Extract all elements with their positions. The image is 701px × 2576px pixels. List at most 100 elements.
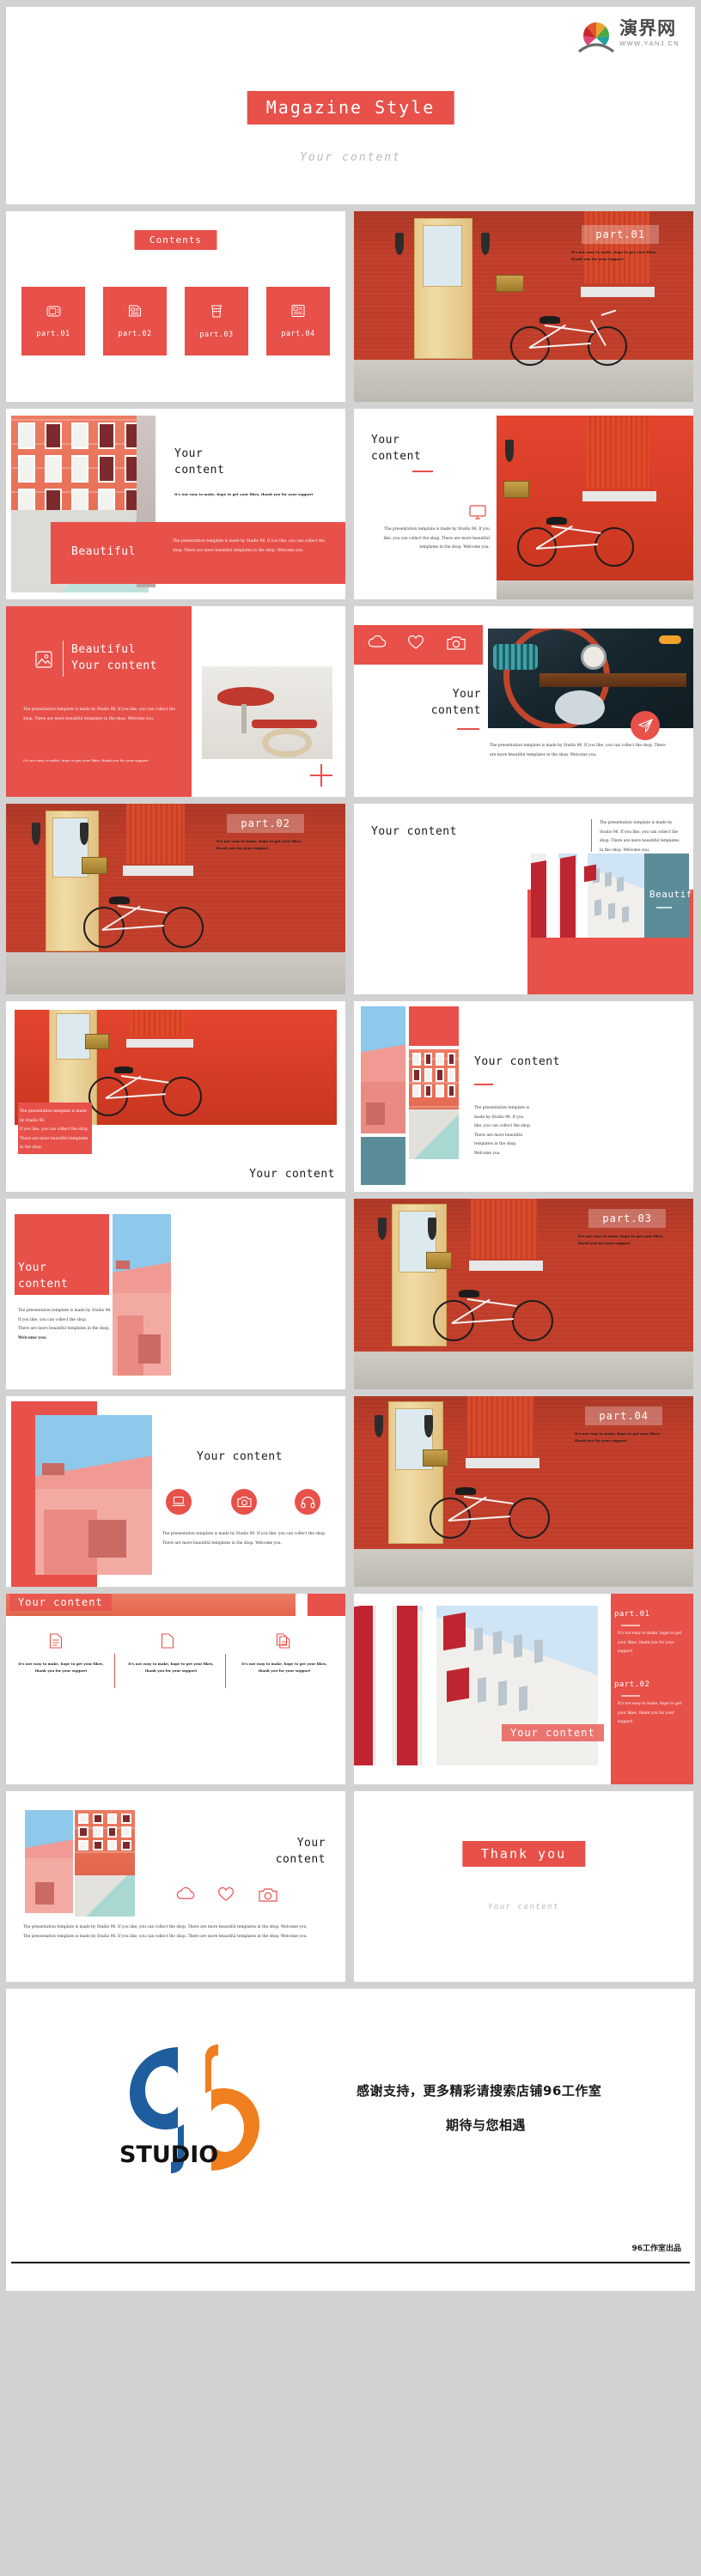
part-note-line1: It's not easy to make, hope to get your … [216,839,302,843]
camera-icon[interactable] [231,1489,257,1515]
heading-block: Your content [371,433,421,465]
body-text: The presentation template is made by Stu… [162,1532,326,1546]
sidewalk-photo [354,1548,693,1587]
contents-card-label: part.01 [36,329,70,338]
accent-underline [412,471,433,472]
file-icon [49,1633,63,1649]
slide-part-01[interactable]: part.01 It's not easy to make, hope to g… [354,211,693,402]
accent-underline [656,907,672,908]
wall-lamp-icon [378,1218,387,1240]
footer-divider [11,2262,690,2263]
studio-wordmark: STUDIO [119,2142,218,2168]
contents-card-row: part.01 part.02 part.03 part.04 [21,287,330,355]
mailbox-photo [426,1252,452,1269]
slide-icons-car[interactable]: Your content The presentation template i… [354,606,693,797]
body-text-block: The presentation template is made by Stu… [380,526,491,553]
heading-line2: content [174,463,225,477]
heading-line2: content [18,1277,69,1291]
beautiful-text: Beautiful [649,889,693,900]
part-note-line1: It's not easy to make, hope to get your … [575,1431,661,1436]
slide-collage-icons[interactable]: Your content The presentation template i… [6,1791,345,1982]
wall-lamp-icon [395,233,404,255]
red-door-panel [471,1199,538,1259]
heart-icon[interactable] [217,1886,235,1902]
laptop-icon[interactable] [166,1489,192,1515]
column-text-line2: thank you for your support [34,1668,88,1674]
contents-card[interactable]: part.03 [185,287,248,355]
camera-icon[interactable] [259,1887,277,1902]
wall-lamp-icon [428,1218,436,1240]
camera-icon[interactable] [447,635,466,650]
contents-title: Contents [134,230,217,250]
site-watermark: 演界网 WWW.YANJ.CN [577,19,680,55]
body-text: The presentation template is made by Stu… [474,1106,532,1156]
slide-part-02[interactable]: part.02 It's not easy to make, hope to g… [6,804,345,994]
welcome-text: Welcome you. [18,1335,47,1340]
part-item: part.02 [614,1680,686,1691]
red-panel [6,606,192,797]
wall-lamp-icon [375,1415,383,1437]
contents-card[interactable]: part.04 [266,287,330,355]
part-item-note: It's not easy to make, hope to get your … [618,1700,686,1728]
pink-stairs-photo [361,1006,405,1133]
slide-collage[interactable]: Your content The presentation template i… [354,1001,693,1192]
heading-text: Your content [197,1450,283,1463]
footer-slide: STUDIO 感谢支持，更多精彩请搜索店铺96工作室 期待与您相遇 96工作室出… [6,1989,695,2291]
vertical-divider [63,641,64,677]
part-tag: part.01 [582,225,659,244]
slide-beautiful-left[interactable]: Your content It's not easy to make, hope… [6,409,345,599]
heading-line1: Your [452,688,481,701]
part-tag: part.04 [585,1406,662,1425]
heading-line1: Your [18,1261,47,1274]
body-line-1: The presentation template is made by Stu… [20,1109,87,1123]
slide-beautiful-split[interactable]: Beautiful Your content The presentation … [6,606,345,797]
column-text-line1: It's not easy to make, hope to get your … [128,1662,214,1666]
slide-three-columns[interactable]: Your content It's not easy to make, hope… [6,1594,345,1784]
body-text: The presentation template is made by Stu… [383,527,491,550]
column-text: It's not easy to make, hope to get your … [18,1661,104,1675]
part-item-title: part.02 [614,1680,650,1689]
contents-card[interactable]: part.01 [21,287,85,355]
accent-underline [457,728,479,730]
slide-contents[interactable]: Contents part.01 part.02 part.03 part.04 [6,211,345,402]
body-text: The presentation template is made by Stu… [600,821,680,853]
page-title: Magazine Style [247,91,454,125]
cloud-icon[interactable] [176,1887,195,1901]
slide-part-03[interactable]: part.03 It's not easy to make, hope to g… [354,1199,693,1389]
contents-card-label: part.02 [118,330,152,338]
heading-block: Your content [174,447,224,479]
slide-bike-overlay[interactable]: The presentation template is made by Stu… [6,1001,345,1192]
footer-mark: 96工作室出品 [631,2245,681,2253]
heading-block: Your content [249,1167,335,1183]
file-icon [276,1633,290,1649]
heading-block: Your content [168,1836,326,1868]
slide-part-list[interactable]: Your content part.01 It's not easy to ma… [354,1594,693,1784]
tv-icon [46,305,61,321]
column-text-line1: It's not easy to make, hope to get your … [18,1662,104,1666]
slide-content-bike[interactable]: Your content The presentation template i… [354,409,693,599]
heading-block: Your content [405,687,481,720]
body-line-3: There are more beautiful templates in th… [20,1136,88,1151]
body-text-block: The presentation template is made by Stu… [162,1530,334,1548]
red-door-panel [126,804,185,864]
body-line-2: If you like, you can collect the shop. [18,1317,88,1322]
slide-part-04[interactable]: part.04 It's not easy to make, hope to g… [354,1396,693,1587]
bicycle-photo [433,1278,555,1341]
headphone-icon[interactable] [295,1489,320,1515]
column-divider [225,1654,226,1688]
pink-stairs-photo [35,1415,152,1575]
heading-block: Your content [197,1449,283,1466]
accent-underline [621,1695,640,1697]
red-door-panel [584,211,649,283]
contents-card[interactable]: part.02 [103,287,167,355]
slide-red-block-stairs[interactable]: Your content The presentation template i… [6,1199,345,1389]
send-icon[interactable] [631,711,660,740]
heart-icon[interactable] [407,635,424,650]
heading-line1: Your [371,434,400,447]
slide-white-building[interactable]: Your content The presentation template i… [354,804,693,994]
slide-circle-icons[interactable]: Your content The presentation template i… [6,1396,345,1587]
cloud-icon[interactable] [368,635,387,649]
template-preview-page: 演界网 WWW.YANJ.CN Magazine Style Your cont… [0,7,701,2291]
bicycle-photo [510,304,632,366]
slide-thank-you[interactable]: Thank you Your content [354,1791,693,1982]
